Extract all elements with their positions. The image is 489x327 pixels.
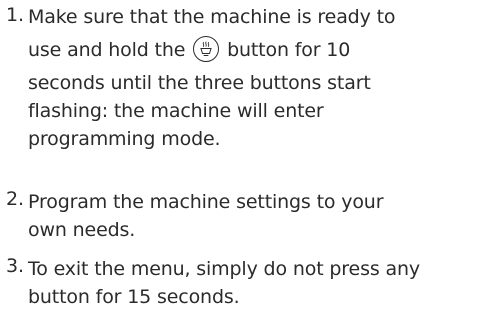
step-text-line: Make sure that the machine is ready to xyxy=(28,6,396,28)
step-text-line-with-icon: use and hold the button for 10 xyxy=(28,31,395,69)
instruction-step-1: 1. Make sure that the machine is ready t… xyxy=(0,4,396,153)
step-text-line: own needs. xyxy=(28,219,136,241)
step-text-line: button for 15 seconds. xyxy=(28,286,240,308)
hot-water-icon xyxy=(193,35,220,62)
step-text-line: flashing: the machine will enter xyxy=(28,100,324,122)
instruction-step-3: 3. To exit the menu, simply do not press… xyxy=(0,255,420,311)
instruction-step-2: 2. Program the machine settings to your … xyxy=(0,188,384,244)
step-number: 1. xyxy=(6,4,24,26)
step-text-segment: button for 10 xyxy=(227,39,351,61)
step-text-line: programming mode. xyxy=(28,128,221,150)
step-text-line: Program the machine settings to your xyxy=(28,191,384,213)
step-text-segment: use and hold the xyxy=(28,39,186,61)
step-number: 2. xyxy=(6,188,24,210)
step-number: 3. xyxy=(6,255,24,277)
step-text-line: To exit the menu, simply do not press an… xyxy=(28,258,420,280)
step-text-line: seconds until the three buttons start xyxy=(28,72,371,94)
